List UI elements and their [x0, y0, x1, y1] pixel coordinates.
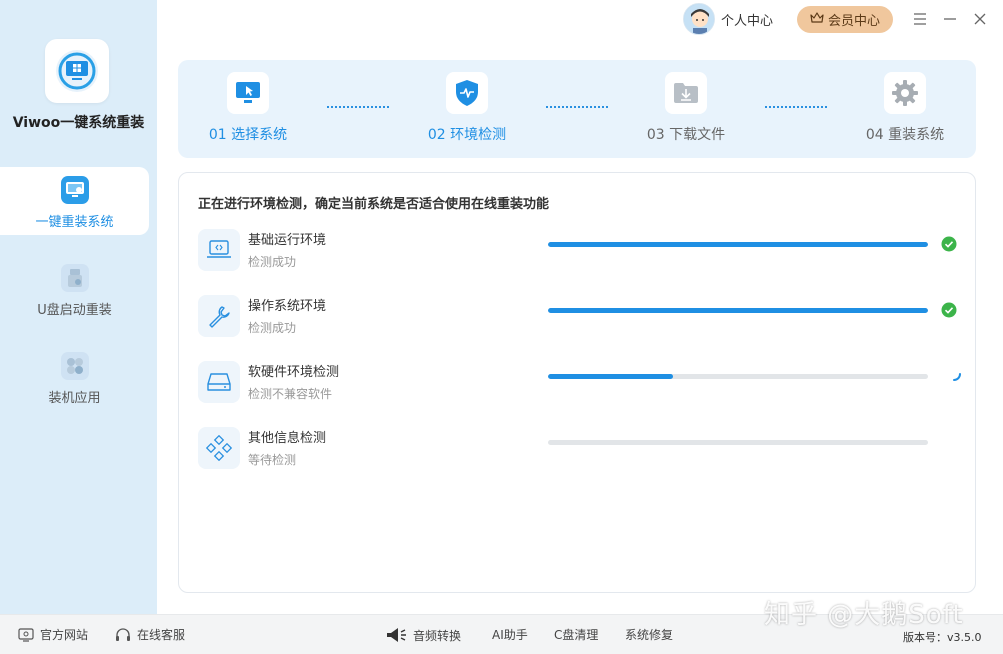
version-label: 版本号：v3.5.0 — [903, 631, 982, 644]
step-label: 03 下载文件 — [646, 127, 726, 143]
check-row-other-info: 其他信息检测 等待检测 — [198, 427, 968, 473]
hard-drive-icon — [198, 361, 240, 403]
megaphone-icon — [385, 626, 407, 644]
online-support-label: 在线客服 — [137, 628, 186, 642]
progress-bar — [548, 374, 928, 379]
step-connector — [546, 106, 608, 108]
progress-bar — [548, 242, 928, 247]
loading-spinner-icon — [946, 367, 962, 383]
c-drive-cleanup-link[interactable]: C盘清理 — [554, 626, 598, 643]
website-icon — [18, 627, 34, 642]
sidebar-item-apps[interactable]: 装机应用 — [0, 343, 149, 411]
crown-icon — [810, 11, 824, 28]
check-name: 基础运行环境 — [248, 233, 327, 248]
step-label: 04 重装系统 — [865, 127, 945, 143]
panel-title: 正在进行环境检测，确定当前系统是否适合使用在线重装功能 — [198, 197, 550, 212]
system-repair-label: 系统修复 — [625, 628, 674, 642]
check-status: 检测成功 — [248, 255, 297, 269]
app-logo — [45, 39, 109, 103]
app-name: Viwoo一键系统重装 — [12, 115, 145, 131]
progress-fill — [548, 308, 928, 313]
progress-bar — [548, 440, 928, 445]
step-connector — [765, 106, 827, 108]
check-status: 检测不兼容软件 — [248, 387, 333, 401]
user-center[interactable]: 个人中心 — [683, 3, 773, 35]
sidebar-item-label: 装机应用 — [48, 391, 101, 406]
gear-icon — [884, 72, 926, 114]
c-drive-cleanup-label: C盘清理 — [554, 628, 599, 642]
apps-icon — [60, 352, 89, 380]
success-check-icon — [941, 236, 957, 252]
cursor-monitor-icon — [227, 72, 269, 114]
check-name: 软硬件环境检测 — [248, 365, 340, 380]
ai-assistant-label: AI助手 — [492, 628, 528, 642]
watermark: 知乎 @大鹅Soft — [764, 600, 964, 630]
official-website-link[interactable]: 官方网站 — [18, 626, 88, 643]
usb-icon — [60, 264, 89, 292]
check-row-os-environment: 操作系统环境 检测成功 — [198, 295, 968, 341]
avatar — [683, 3, 715, 35]
user-center-label: 个人中心 — [721, 13, 774, 29]
wrench-icon — [198, 295, 240, 337]
logo-icon — [56, 50, 98, 92]
progress-fill — [548, 374, 674, 379]
progress-steps: 01 选择系统 02 环境检测 03 下载文件 04 重装系统 — [178, 60, 976, 158]
monitor-icon — [60, 176, 89, 204]
close-icon[interactable] — [970, 9, 990, 29]
step-label: 02 环境检测 — [427, 127, 507, 143]
check-row-hardware-software: 软硬件环境检测 检测不兼容软件 — [198, 361, 968, 407]
audio-convert-link[interactable]: 音频转换 — [385, 626, 461, 644]
diamond-grid-icon — [198, 427, 240, 469]
minimize-icon[interactable] — [940, 9, 960, 29]
menu-icon[interactable] — [910, 9, 930, 29]
sidebar-item-usb-reinstall[interactable]: U盘启动重装 — [0, 255, 149, 323]
online-support-link[interactable]: 在线客服 — [115, 626, 185, 643]
progress-fill — [548, 242, 928, 247]
headset-icon — [115, 627, 131, 643]
official-website-label: 官方网站 — [40, 628, 89, 642]
environment-check-panel: 正在进行环境检测，确定当前系统是否适合使用在线重装功能 基础运行环境 检测成功 … — [178, 172, 976, 593]
sidebar-item-label: U盘启动重装 — [37, 303, 112, 318]
system-repair-link[interactable]: 系统修复 — [625, 626, 673, 643]
step-label: 01 选择系统 — [208, 127, 288, 143]
sidebar-item-one-click-reinstall[interactable]: 一键重装系统 — [0, 167, 149, 235]
step-select-system: 01 选择系统 — [193, 72, 303, 144]
step-download-files: 03 下载文件 — [631, 72, 741, 144]
progress-bar — [548, 308, 928, 313]
vip-center-label: 会员中心 — [827, 14, 880, 29]
audio-convert-label: 音频转换 — [413, 628, 462, 643]
check-row-basic-runtime: 基础运行环境 检测成功 — [198, 229, 968, 275]
sidebar: Viwoo一键系统重装 一键重装系统 U盘启动重装 装机应用 — [0, 0, 157, 614]
check-name: 其他信息检测 — [248, 431, 327, 446]
laptop-code-icon — [198, 229, 240, 271]
download-folder-icon — [665, 72, 707, 114]
check-name: 操作系统环境 — [248, 299, 327, 314]
step-environment-check: 02 环境检测 — [412, 72, 522, 144]
check-status: 等待检测 — [248, 453, 297, 467]
success-check-icon — [941, 302, 957, 318]
check-status: 检测成功 — [248, 321, 297, 335]
step-reinstall-system: 04 重装系统 — [850, 72, 960, 144]
ai-assistant-link[interactable]: AI助手 — [492, 626, 528, 643]
step-connector — [327, 106, 389, 108]
vip-center-button[interactable]: 会员中心 — [797, 6, 893, 33]
sidebar-item-label: 一键重装系统 — [35, 215, 114, 230]
shield-icon — [446, 72, 488, 114]
